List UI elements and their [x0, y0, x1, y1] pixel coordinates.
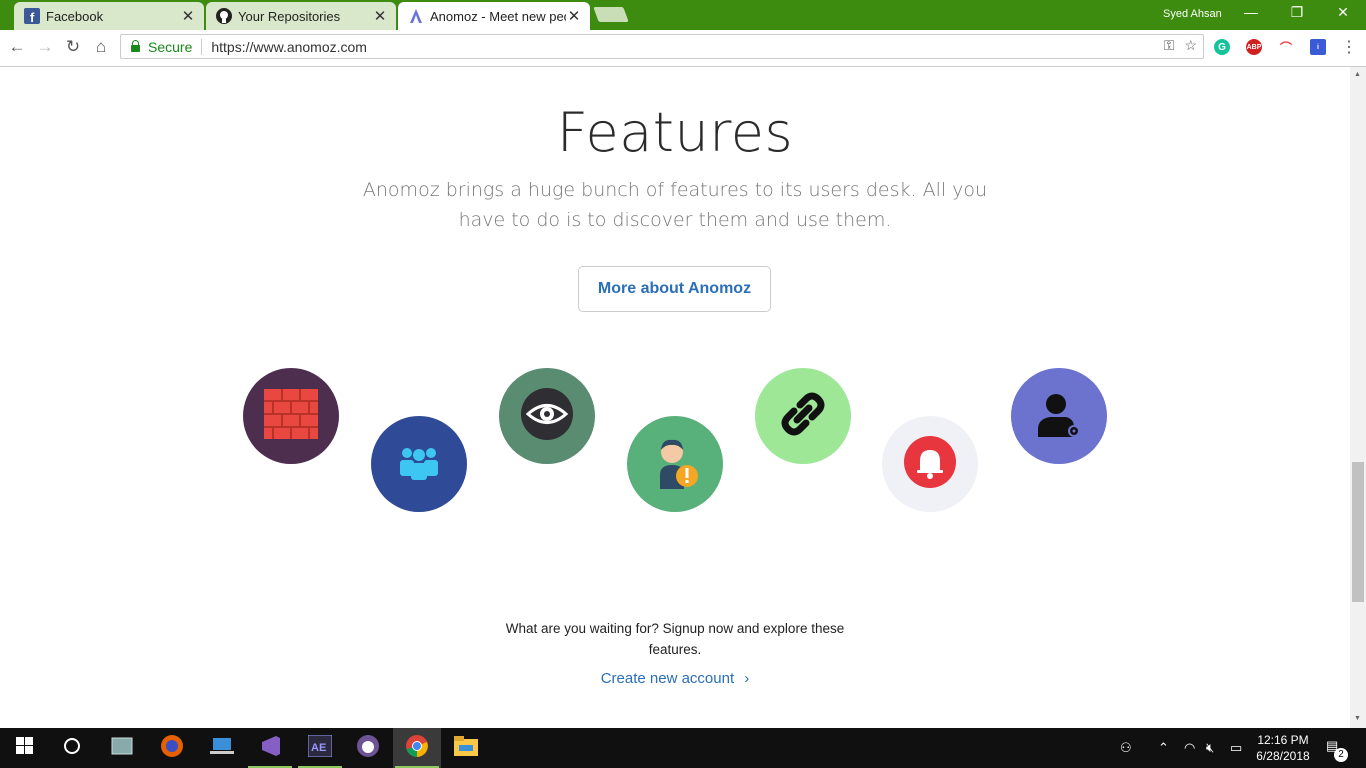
tab-title: Your Repositories [238, 8, 341, 24]
bookmark-star-icon[interactable]: ☆ [1184, 37, 1197, 54]
close-tab-icon[interactable]: ✕ [566, 7, 582, 25]
browser-toolbar: ← → ↻ ⌂ Secure https://www.anomoz.com ⚿ … [0, 30, 1366, 67]
back-icon[interactable]: ← [6, 37, 28, 57]
extension-icon[interactable]: ⌒ [1278, 39, 1294, 55]
address-bar[interactable]: Secure https://www.anomoz.com ⚿ ☆ [120, 34, 1204, 59]
close-window-icon[interactable]: ✕ [1320, 4, 1366, 21]
anomoz-icon [408, 8, 424, 24]
reload-icon[interactable]: ↻ [62, 37, 84, 57]
scroll-up-icon[interactable]: ▲ [1354, 71, 1361, 78]
divider [201, 38, 203, 55]
taskbar: AE ⚇ ⌃ ◠ 🔇︎ ▭ 12:16 PM 6/28/2018 ▤ 2 [0, 728, 1366, 768]
github-desktop-icon [356, 734, 380, 763]
tab-strip: f Facebook ✕ Your Repositories ✕ Anomoz … [0, 0, 1366, 30]
svg-text:f: f [30, 10, 35, 24]
firewall-icon [264, 388, 318, 444]
lock-icon [131, 40, 140, 52]
menu-icon[interactable]: ⋮ [1338, 37, 1360, 57]
people-icon[interactable]: ⚇ [1120, 740, 1132, 756]
feature-user-alert[interactable] [627, 416, 723, 512]
create-account-link[interactable]: Create new account › [0, 670, 1350, 687]
taskbar-app[interactable] [98, 728, 146, 768]
page-content: Features Anomoz brings a huge bunch of f… [0, 67, 1350, 728]
user-alert-icon [650, 435, 700, 494]
extension-icon[interactable]: i [1310, 39, 1326, 55]
facebook-icon: f [24, 8, 40, 24]
start-button[interactable] [0, 728, 48, 768]
firefox-icon [160, 734, 184, 763]
page-scrollbar[interactable]: ▲ ▼ [1350, 67, 1366, 728]
scrollbar-thumb[interactable] [1352, 462, 1364, 602]
volume-muted-icon[interactable]: 🔇︎ [1206, 740, 1214, 756]
key-icon[interactable]: ⚿ [1164, 37, 1175, 54]
adblock-icon[interactable]: ABP [1246, 39, 1262, 55]
forward-icon[interactable]: → [34, 37, 56, 57]
feature-user-settings[interactable] [1011, 368, 1107, 464]
feature-firewall[interactable] [243, 368, 339, 464]
page-subtitle: Anomoz brings a huge bunch of features t… [362, 179, 988, 231]
date: 6/28/2018 [1256, 749, 1310, 763]
feature-link[interactable] [755, 368, 851, 464]
folder-icon [454, 735, 478, 761]
page-title: Features [556, 101, 794, 164]
tab-repositories[interactable]: Your Repositories ✕ [206, 2, 396, 30]
visual-studio-icon [258, 734, 282, 763]
time: 12:16 PM [1257, 733, 1309, 747]
computer-icon [210, 736, 234, 761]
after-effects-icon: AE [307, 734, 333, 762]
close-tab-icon[interactable]: ✕ [372, 7, 388, 25]
taskbar-file-explorer[interactable] [442, 728, 490, 768]
clock[interactable]: 12:16 PM 6/28/2018 [1250, 732, 1316, 764]
task-view-icon [111, 737, 133, 760]
wifi-icon[interactable]: ◠ [1184, 740, 1195, 756]
create-account-label[interactable]: Create new account [601, 670, 734, 687]
chevron-up-icon[interactable]: ⌃ [1158, 740, 1169, 756]
eye-icon [520, 387, 574, 446]
scroll-down-icon[interactable]: ▼ [1354, 715, 1361, 722]
battery-icon[interactable]: ▭ [1230, 740, 1242, 756]
link-icon [776, 387, 830, 446]
feature-groups[interactable] [371, 416, 467, 512]
url-text[interactable]: https://www.anomoz.com [211, 39, 367, 55]
windows-icon [15, 737, 33, 759]
group-icon [397, 442, 441, 487]
tab-facebook[interactable]: f Facebook ✕ [14, 2, 204, 30]
bell-icon [903, 435, 957, 494]
home-icon[interactable]: ⌂ [90, 37, 112, 57]
tab-title: Anomoz - Meet new peo [430, 8, 566, 24]
user-settings-icon [1034, 389, 1084, 444]
new-tab-button[interactable] [593, 7, 629, 22]
chevron-right-icon: › [744, 670, 750, 687]
github-icon [216, 8, 232, 24]
minimize-icon[interactable]: — [1228, 4, 1274, 20]
search-circle-icon [63, 737, 81, 760]
taskbar-github-desktop[interactable] [344, 728, 392, 768]
feature-eye[interactable] [499, 368, 595, 464]
taskbar-visual-studio[interactable] [246, 728, 294, 768]
svg-text:AE: AE [311, 742, 326, 754]
signup-prompt: What are you waiting for? Signup now and… [505, 621, 845, 657]
taskbar-firefox[interactable] [148, 728, 196, 768]
taskbar-chrome[interactable] [393, 728, 441, 768]
notification-count: 2 [1334, 748, 1348, 762]
tab-anomoz[interactable]: Anomoz - Meet new peo ✕ [398, 2, 590, 30]
feature-notifications[interactable] [882, 416, 978, 512]
close-tab-icon[interactable]: ✕ [180, 7, 196, 25]
tab-title: Facebook [46, 8, 104, 24]
taskbar-app[interactable] [198, 728, 246, 768]
secure-label: Secure [148, 38, 193, 55]
grammarly-icon[interactable]: G [1214, 39, 1230, 55]
chrome-icon [405, 734, 429, 763]
profile-name[interactable]: Syed Ahsan [1163, 8, 1222, 20]
more-about-button[interactable]: More about Anomoz [578, 266, 771, 312]
taskbar-after-effects[interactable]: AE [296, 728, 344, 768]
restore-icon[interactable]: ❐ [1274, 4, 1320, 21]
cortana-button[interactable] [48, 728, 96, 768]
